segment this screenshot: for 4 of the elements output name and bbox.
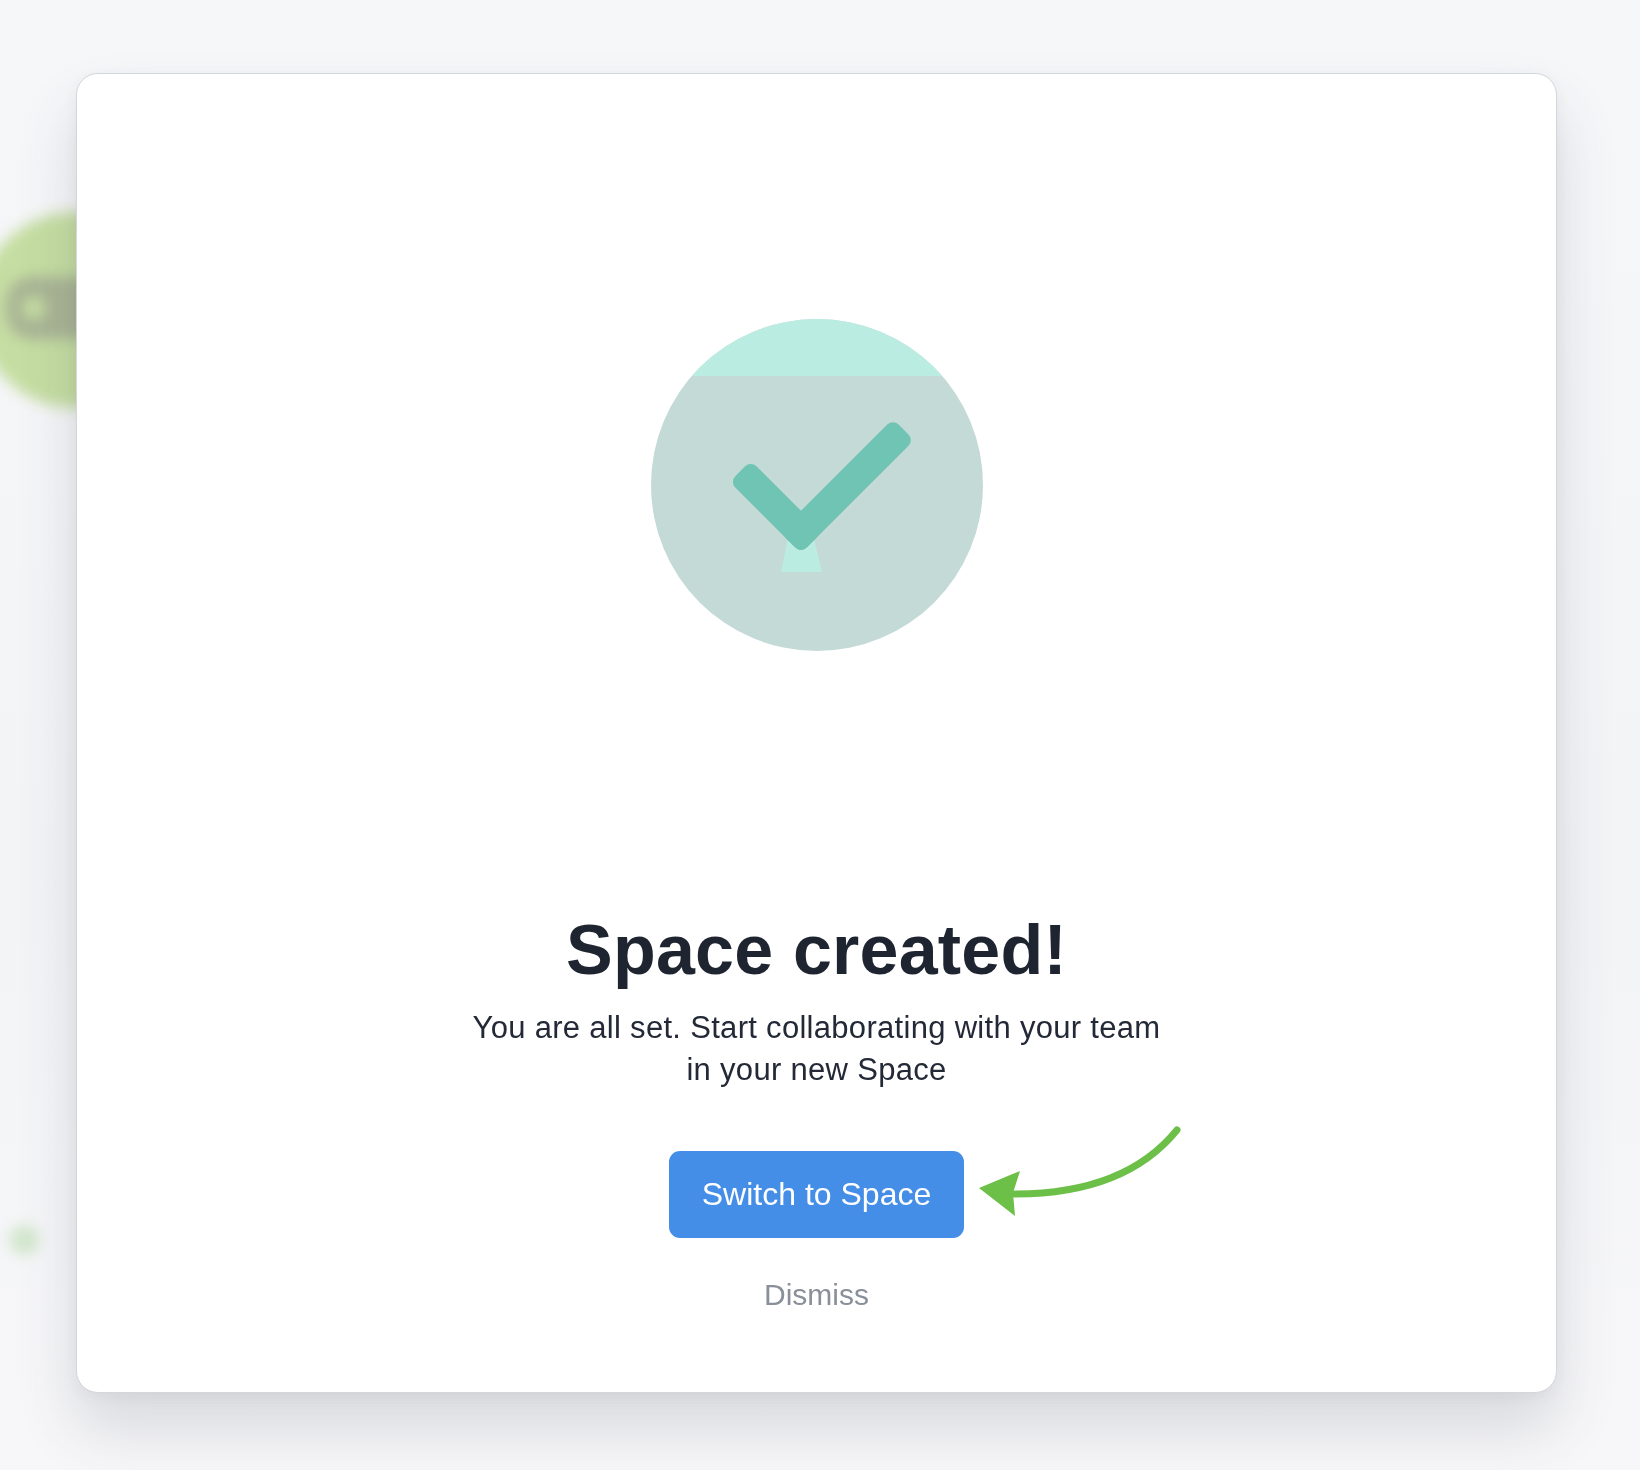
blurred-status-dot-icon [8,1224,40,1256]
dismiss-button[interactable]: Dismiss [756,1274,877,1316]
switch-button[interactable]: Switch to Space [669,1151,964,1238]
dialog-message: You are all set. Start collaborating with your team in your new Space [471,1009,1162,1089]
